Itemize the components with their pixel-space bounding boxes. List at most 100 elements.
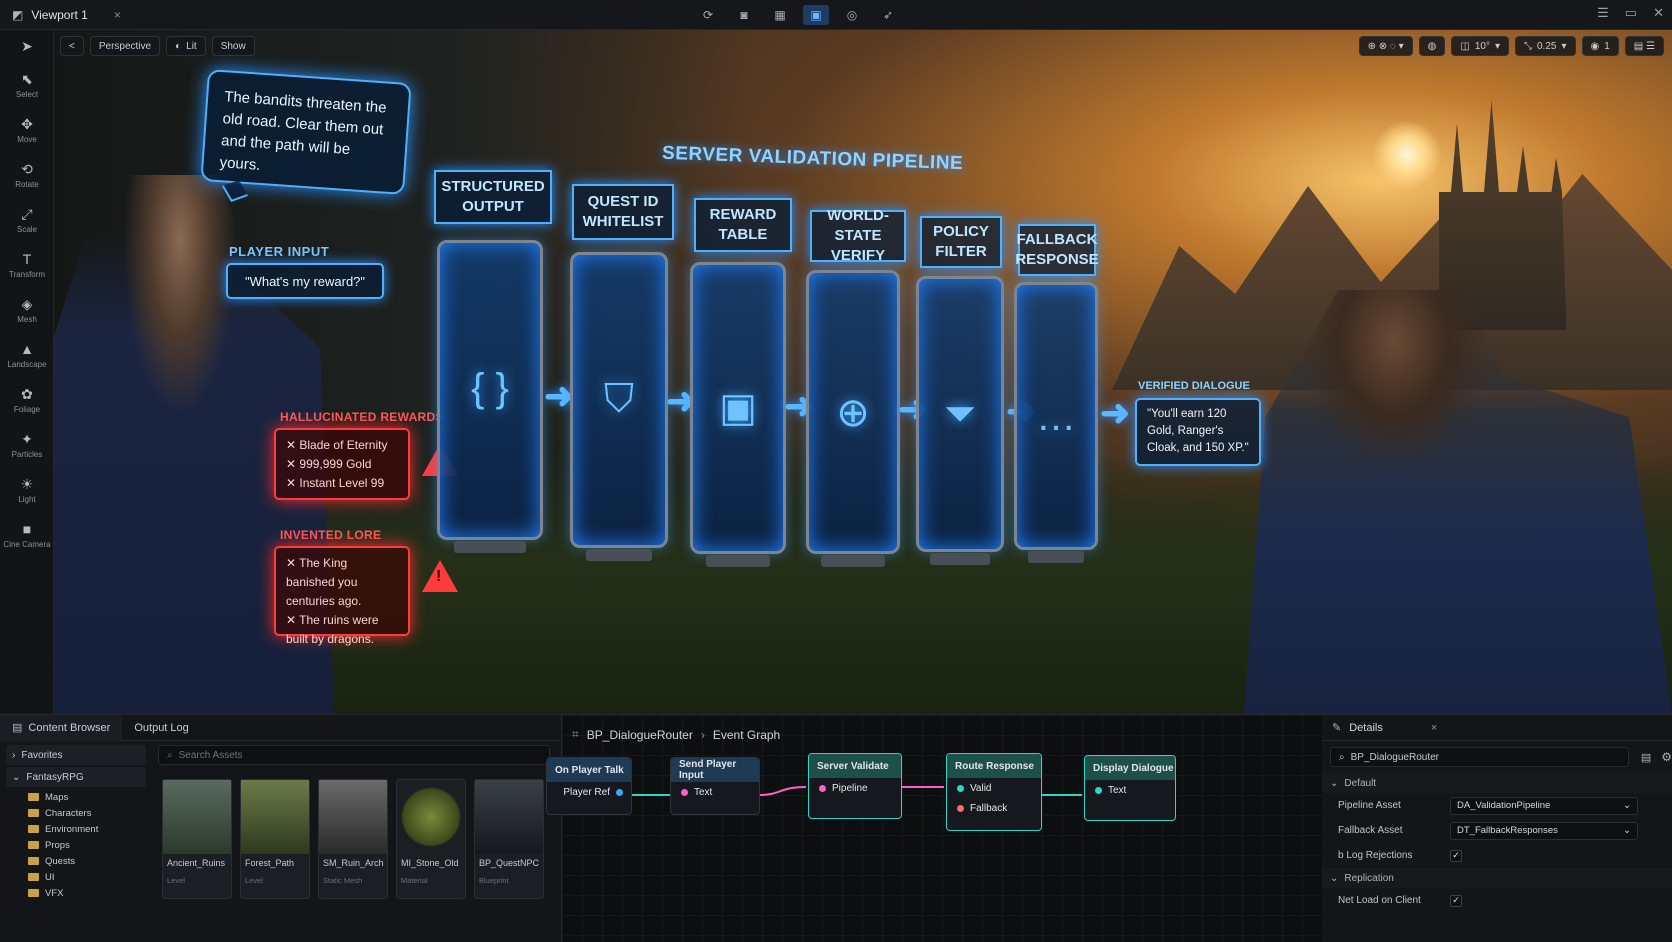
camera-speed-button[interactable]: ◉ 1 bbox=[1581, 36, 1619, 56]
pin-text[interactable]: Text bbox=[1085, 780, 1175, 800]
fallback-asset-select[interactable]: DT_FallbackResponses ⌄ bbox=[1450, 821, 1638, 840]
scale-icon: ⤢ bbox=[21, 205, 33, 222]
node-route-response[interactable]: Route Response Valid Fallback bbox=[946, 753, 1042, 831]
asset-search-input[interactable]: ⌕ Search Assets bbox=[158, 745, 550, 765]
tab-content-browser[interactable]: ▤ Content Browser bbox=[0, 714, 123, 741]
blueprint-mode-icon[interactable]: ▣ bbox=[803, 5, 829, 25]
tree-favorites[interactable]: › Favorites bbox=[6, 745, 146, 765]
tool-light[interactable]: ☀ Light bbox=[0, 467, 54, 512]
asset-tile[interactable]: SM_Ruin_Arch Static Mesh bbox=[318, 779, 388, 899]
light-icon: ☀ bbox=[20, 475, 34, 492]
tool-select[interactable]: ⬉ Select bbox=[0, 62, 54, 107]
folder-item[interactable]: Quests bbox=[6, 853, 146, 869]
tool-move[interactable]: ✥ Move bbox=[0, 107, 54, 152]
settings-gear-icon[interactable]: ⚙ bbox=[1661, 750, 1672, 764]
asset-tile[interactable]: Forest_Path Level bbox=[240, 779, 310, 899]
node-title: Display Dialogue bbox=[1085, 756, 1175, 780]
node-display-dialogue[interactable]: Display Dialogue Text bbox=[1084, 755, 1176, 821]
search-icon: ⌕ bbox=[1339, 751, 1345, 763]
menu-icon[interactable]: ☰ bbox=[1597, 5, 1609, 21]
asset-tile[interactable]: MI_Stone_Old Material bbox=[396, 779, 466, 899]
asset-name: SM_Ruin_Arch bbox=[323, 858, 384, 868]
layout-icon: ▤ ☰ bbox=[1633, 40, 1655, 52]
viewport[interactable]: < Perspective ◐ Lit Show ⊕ ⊗ ◌ ▾ ◍ ◫ 10° ▾ … bbox=[54, 30, 1672, 714]
surface-snap-button[interactable]: ◍ bbox=[1418, 36, 1446, 56]
net-load-checkbox[interactable]: ✓ bbox=[1450, 894, 1462, 907]
tool-mesh[interactable]: ◈ Mesh bbox=[0, 287, 54, 332]
tool-transform[interactable]: T Transform bbox=[0, 242, 54, 287]
folder-item[interactable]: UI bbox=[6, 869, 146, 885]
snapshot-icon[interactable]: ▦ bbox=[767, 5, 793, 25]
section-replication[interactable]: ⌄ Replication bbox=[1322, 868, 1672, 888]
node-title: Route Response bbox=[947, 754, 1041, 778]
close-tab-icon[interactable]: × bbox=[1431, 722, 1437, 734]
folder-item[interactable]: Environment bbox=[6, 821, 146, 837]
event-graph[interactable]: ⌗ BP_DialogueRouter › Event Graph On Pla… bbox=[546, 715, 1322, 942]
landscape-icon: ▲ bbox=[20, 340, 34, 357]
viewport-tab[interactable]: ◩ Viewport 1 × bbox=[0, 0, 133, 30]
node-server-validate[interactable]: Server Validate Pipeline bbox=[808, 753, 902, 819]
tool-pointer[interactable]: ➤ bbox=[0, 30, 54, 62]
close-window-icon[interactable]: ✕ bbox=[1653, 5, 1664, 21]
tool-rotate[interactable]: ⟲ Rotate bbox=[0, 152, 54, 197]
pin-player-ref[interactable]: Player Ref bbox=[547, 782, 631, 802]
node-on-player-talk[interactable]: On Player Talk Player Ref bbox=[546, 757, 632, 815]
details-search-input[interactable]: ⌕ BP_DialogueRouter bbox=[1330, 747, 1629, 767]
mesh-icon: ◈ bbox=[21, 295, 33, 312]
gizmo-icon: ⊕ ⊗ ◌ ▾ bbox=[1367, 40, 1404, 52]
scale-snap-icon: ⤡ bbox=[1524, 40, 1532, 52]
tree-project[interactable]: ⌄ FantasyRPG bbox=[6, 767, 146, 787]
refresh-icon[interactable]: ⟳ bbox=[695, 5, 721, 25]
viewport-options-button[interactable]: ▤ ☰ bbox=[1624, 36, 1664, 56]
asset-tile[interactable]: BP_QuestNPC Blueprint bbox=[474, 779, 544, 899]
tool-scale[interactable]: ⤢ Scale bbox=[0, 197, 54, 242]
maximize-icon[interactable]: ▭ bbox=[1625, 5, 1637, 21]
pin-valid[interactable]: Valid bbox=[947, 778, 1041, 798]
viewport-snap-toolbar: ⊕ ⊗ ◌ ▾ ◍ ◫ 10° ▾ ⤡ 0.25 ▾ ◉ 1 ▤ ☰ bbox=[1358, 36, 1664, 56]
tool-landscape[interactable]: ▲ Landscape bbox=[0, 332, 54, 377]
tool-label: Foliage bbox=[13, 404, 41, 414]
node-send-player-input[interactable]: Send Player Input Text bbox=[670, 757, 760, 815]
panel-base bbox=[454, 541, 526, 553]
log-rejections-checkbox[interactable]: ✓ bbox=[1450, 849, 1462, 862]
section-default[interactable]: ⌄ Default bbox=[1322, 773, 1672, 793]
chevron-down-icon: ⌄ bbox=[12, 771, 21, 783]
lit-button[interactable]: ◐ Lit bbox=[166, 36, 206, 56]
folder-icon bbox=[28, 873, 39, 881]
close-tab-icon[interactable]: × bbox=[114, 8, 121, 22]
funnel-icon: ⏷ bbox=[944, 392, 976, 437]
pipeline-asset-select[interactable]: DA_ValidationPipeline ⌄ bbox=[1450, 796, 1638, 815]
flow-arrow-icon: ➜ bbox=[1100, 392, 1131, 433]
show-button[interactable]: Show bbox=[211, 36, 255, 56]
camera-icon[interactable]: ◙ bbox=[731, 5, 757, 25]
pin-text[interactable]: Text bbox=[671, 782, 759, 802]
play-settings-icon[interactable]: ◎ bbox=[839, 5, 865, 25]
stage-panel: ▣ bbox=[690, 262, 786, 567]
folder-item[interactable]: Characters bbox=[6, 805, 146, 821]
property-matrix-icon[interactable]: ▤ bbox=[1641, 751, 1651, 764]
folder-icon bbox=[28, 809, 39, 817]
tool-foliage[interactable]: ✿ Foliage bbox=[0, 377, 54, 422]
tab-output-log[interactable]: Output Log bbox=[122, 715, 200, 741]
folder-item[interactable]: Props bbox=[6, 837, 146, 853]
bottom-panels: ▤ Content Browser Output Log › Favorites ⌄… bbox=[0, 714, 1672, 942]
perspective-button[interactable]: Perspective bbox=[89, 36, 161, 56]
pin-pipeline[interactable]: Pipeline bbox=[809, 778, 901, 798]
pin-fallback[interactable]: Fallback bbox=[947, 798, 1041, 818]
scale-snap-button[interactable]: ⤡ 0.25 ▾ bbox=[1515, 36, 1576, 56]
pin-dot bbox=[681, 788, 688, 796]
prop-net-load-on-client: Net Load on Client ✓ bbox=[1322, 888, 1672, 913]
folder-item[interactable]: VFX bbox=[6, 885, 146, 901]
tool-cine-camera[interactable]: ■ Cine Camera bbox=[0, 512, 54, 557]
angle-snap-button[interactable]: ◫ 10° ▾ bbox=[1451, 36, 1509, 56]
particles-icon: ✦ bbox=[21, 430, 33, 447]
folder-item[interactable]: Maps bbox=[6, 789, 146, 805]
details-tab[interactable]: ✎ Details × bbox=[1322, 715, 1672, 741]
transform-gizmo-button[interactable]: ⊕ ⊗ ◌ ▾ bbox=[1358, 36, 1413, 56]
viewport-back-button[interactable]: < bbox=[60, 36, 84, 56]
launch-icon[interactable]: ➶ bbox=[875, 5, 901, 25]
angle-snap-icon: ◫ bbox=[1460, 40, 1470, 52]
asset-tile[interactable]: Ancient_Ruins Level bbox=[162, 779, 232, 899]
stage-label: WORLD-STATE VERIFY bbox=[810, 207, 906, 264]
tool-particles[interactable]: ✦ Particles bbox=[0, 422, 54, 467]
